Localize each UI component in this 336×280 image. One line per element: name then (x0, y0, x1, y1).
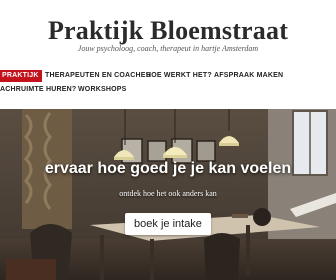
site-header: Praktijk Bloemstraat Jouw psycholoog, co… (0, 0, 336, 66)
site-tagline: Jouw psycholoog, coach, therapeut in har… (77, 44, 259, 53)
main-navigation: PRAKTIJK THERAPEUTEN EN COACHES HOE WERK… (0, 67, 336, 97)
nav-item-therapeuten-en-coaches[interactable]: THERAPEUTEN EN COACHES (45, 70, 151, 82)
hero-banner: ervaar hoe goed je je kan voelen ontdek … (0, 109, 336, 280)
hero-headline: ervaar hoe goed je je kan voelen (44, 160, 292, 177)
nav-item-ruimte-huren[interactable]: ACHRUIMTE HUREN? (0, 84, 76, 96)
nav-item-hoe-werkt-het[interactable]: HOE WERKT HET? (146, 70, 212, 82)
book-intake-button[interactable]: boek je intake (125, 213, 211, 235)
nav-item-praktijk[interactable]: PRAKTIJK (0, 70, 42, 82)
nav-item-workshops[interactable]: WORKSHOPS (78, 84, 126, 96)
nav-item-afspraak-maken[interactable]: AFSPRAAK MAKEN (214, 70, 283, 82)
hero-subheadline: ontdek hoe het ook anders kan (119, 189, 217, 198)
site-title[interactable]: Praktijk Bloemstraat (0, 16, 336, 46)
